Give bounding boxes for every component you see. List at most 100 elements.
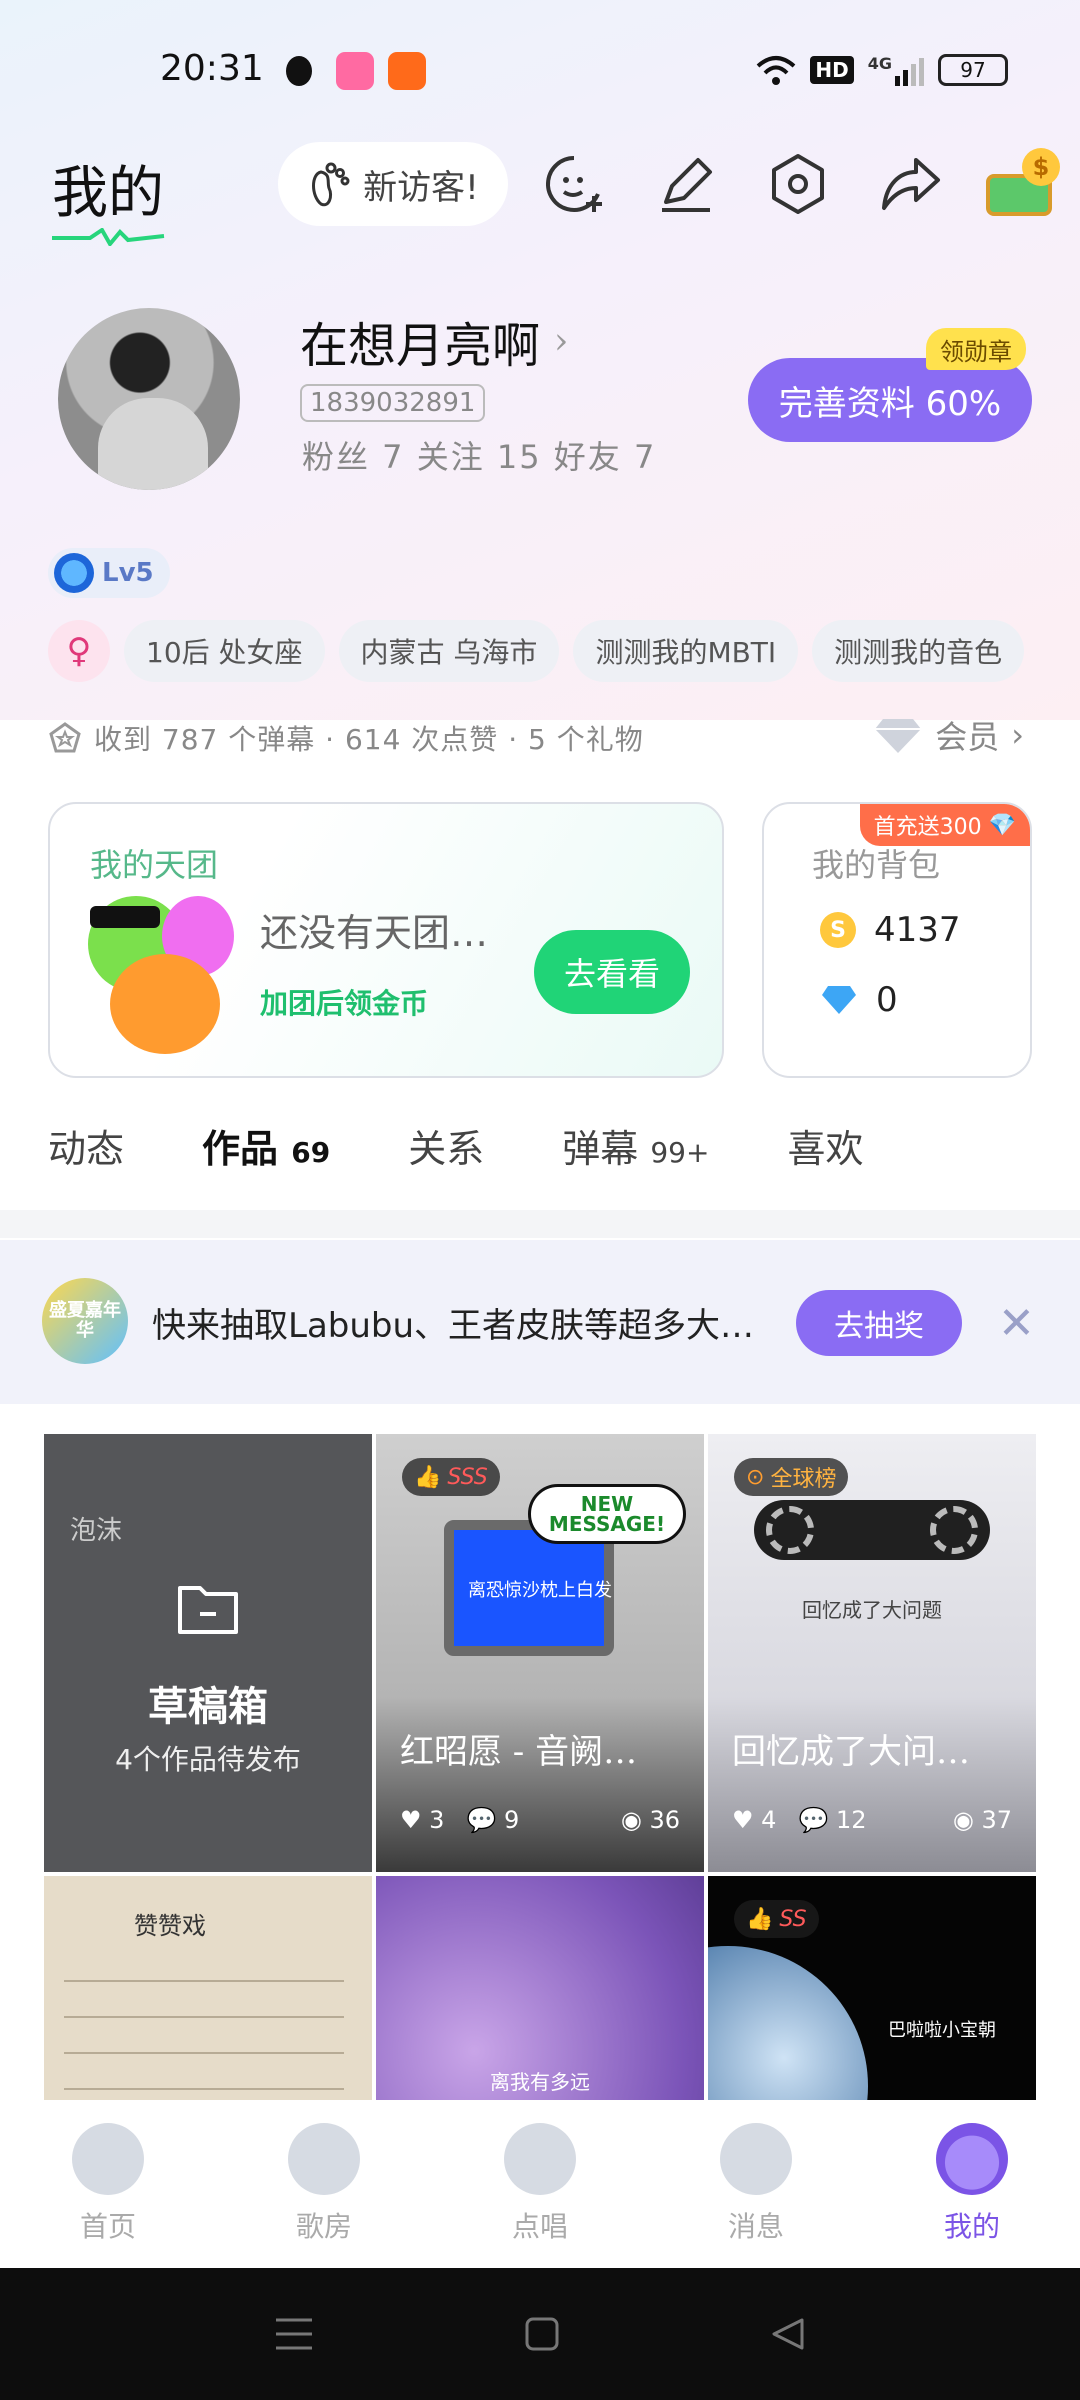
tab-likes-label: 喜欢 [787,1127,864,1171]
recent-apps-icon[interactable] [274,2316,314,2352]
thumbs-up-icon: 👍 [414,1464,442,1490]
views-value: 37 [981,1806,1012,1834]
views-count: ◉ 37 [952,1806,1012,1834]
wifi-icon [757,56,796,85]
section-divider [0,1210,1080,1238]
works-grid: 泡沫 草稿箱 4个作品待发布 离恐惊沙枕上白发 NEW MESSAGE! 👍 SS… [44,1434,1036,2100]
coin-balance: S 4137 [820,910,961,950]
rank-icon: ⊙ [746,1464,765,1490]
drafts-cell[interactable]: 泡沫 草稿箱 4个作品待发布 [44,1434,372,1872]
work-card-5[interactable]: 👍 SS 巴啦啦小宝朝 [708,1876,1036,2100]
comments-count: 💬 9 [466,1806,520,1834]
comments-value: 9 [503,1806,520,1834]
work-metrics: ♥ 3 💬 9 ◉ 36 [400,1806,680,1834]
notification-icon [286,56,312,86]
bilibili-app-icon [336,52,374,90]
share-icon[interactable] [876,150,944,218]
rank-badge-label: SS [779,1906,807,1932]
work-screen-text: 回忆成了大问题 [802,1598,942,1622]
team-card-label: 我的天团 [90,846,219,884]
work-metrics: ♥ 4 💬 12 ◉ 37 [732,1806,1012,1834]
lottery-button[interactable]: 去抽奖 [796,1290,962,1356]
global-rank-label: 全球榜 [770,1467,837,1492]
tag-voice-test[interactable]: 测测我的音色 [812,620,1025,682]
nav-sing[interactable]: 点唱 [432,2100,648,2268]
work-screen-text: 巴啦啦小宝朝 [888,2020,996,2041]
profile-tags: ♀ 10后 处女座 内蒙古 乌海市 测测我的MBTI 测测我的音色 [48,620,1025,682]
tab-activity[interactable]: 动态 [48,1110,124,1210]
level-badge[interactable]: Lv5 [48,548,170,598]
status-time: 20:31 [160,48,264,89]
pentagon-star-icon [49,722,81,753]
work-card-2[interactable]: 回忆成了大问题 ⊙ 全球榜 回忆成了大问… ♥ 4 💬 12 ◉ 37 [708,1434,1036,1872]
tab-relations-label: 关系 [408,1127,485,1171]
signal-icon: 4G [868,54,924,86]
my-team-card[interactable]: 我的天团 还没有天团… 加团后领金币 去看看 [48,802,724,1078]
team-go-button[interactable]: 去看看 [534,930,690,1014]
received-summary[interactable]: 收到 787 个弹幕 · 614 次点赞 · 5 个礼物 [48,718,644,758]
nav-home[interactable]: 首页 [0,2100,216,2268]
status-bar: 20:31 HD 4G 97 [0,40,1080,104]
planet-image [708,1946,868,2100]
tab-works[interactable]: 作品 69 [202,1110,331,1236]
tag-age-zodiac[interactable]: 10后 处女座 [124,620,325,682]
karaoke-room-icon [288,2123,360,2195]
level-label: Lv5 [102,558,154,588]
promo-banner[interactable]: 盛夏嘉年华 快来抽取Labubu、王者皮肤等超多大… 去抽奖 ✕ [0,1240,1080,1404]
network-type: 4G [867,54,892,73]
drafts-subtitle: 4个作品待发布 [115,1743,301,1776]
work-card-1[interactable]: 离恐惊沙枕上白发 NEW MESSAGE! 👍 SSS 红昭愿 - 音阙… ♥ 3… [376,1434,704,1872]
new-visitor-button[interactable]: 新访客! [278,142,508,226]
new-visitor-label: 新访客! [363,167,479,208]
medal-badge[interactable]: 领勋章 [926,328,1026,370]
me-mascot-icon [936,2123,1008,2195]
drafts-title: 草稿箱 [148,1683,268,1730]
title-underline-decoration [52,228,165,246]
diamond-icon [875,719,922,753]
page-title: 我的 [52,161,164,226]
settings-icon[interactable] [764,150,832,218]
edit-icon[interactable] [652,150,720,218]
tab-danmaku[interactable]: 弹幕 99+ [562,1110,709,1210]
nav-me-label: 我的 [943,2210,1000,2243]
likes-count: ♥ 3 [400,1806,445,1834]
follow-stats[interactable]: 粉丝 7 关注 15 好友 7 [302,432,656,478]
work-card-4[interactable]: 离我有多远 [376,1876,704,2100]
promo-text: 快来抽取Labubu、王者皮肤等超多大… [152,1306,755,1346]
tag-mbti-test[interactable]: 测测我的MBTI [573,620,799,682]
user-id[interactable]: 1839032891 [300,384,486,422]
coin-count: 4137 [874,910,961,950]
home-button-icon[interactable] [524,2316,560,2352]
tv-screen-text: 离恐惊沙枕上白发 [468,1580,612,1601]
draft-preview-title: 泡沫 [70,1516,123,1546]
avatar[interactable] [58,308,240,490]
member-link[interactable]: 会员 › [873,712,1024,758]
profile-name-link[interactable]: 在想月亮啊 › [300,306,568,376]
profile-name: 在想月亮啊 [300,318,541,374]
tab-danmaku-count: 99+ [650,1136,710,1169]
rank-badge-label: SSS [447,1464,488,1490]
add-friend-icon[interactable] [540,150,608,218]
treasure-chest-icon[interactable]: $ [982,148,1060,218]
tag-location[interactable]: 内蒙古 乌海市 [338,620,560,682]
nav-messages[interactable]: 消息 [648,2100,864,2268]
system-navigation-bar [0,2268,1080,2400]
app-notification-icon [388,52,426,90]
likes-value: 4 [761,1806,777,1834]
complete-profile-button[interactable]: 完善资料 60% [748,358,1032,442]
nav-karaoke-room[interactable]: 歌房 [216,2100,432,2268]
profile-tabs: 动态 作品 69 关系 弹幕 99+ 喜欢 [48,1110,941,1236]
tab-likes[interactable]: 喜欢 [787,1110,863,1210]
work-card-3[interactable]: 赞赞戏 [44,1876,372,2100]
hd-icon: HD [810,56,854,84]
close-icon[interactable]: ✕ [998,1298,1035,1349]
tab-danmaku-label: 弹幕 [562,1127,639,1171]
likes-value: 3 [429,1806,445,1834]
tab-relations[interactable]: 关系 [408,1110,484,1210]
my-backpack-card[interactable]: 首充送300 💎 我的背包 S 4137 0 [762,802,1032,1078]
summer-carnival-logo: 盛夏嘉年华 [42,1278,128,1364]
tab-works-label: 作品 [202,1126,279,1171]
back-icon[interactable] [770,2316,806,2352]
nav-me[interactable]: 我的 [864,2100,1080,2268]
blue-diamond-icon [822,986,856,1014]
